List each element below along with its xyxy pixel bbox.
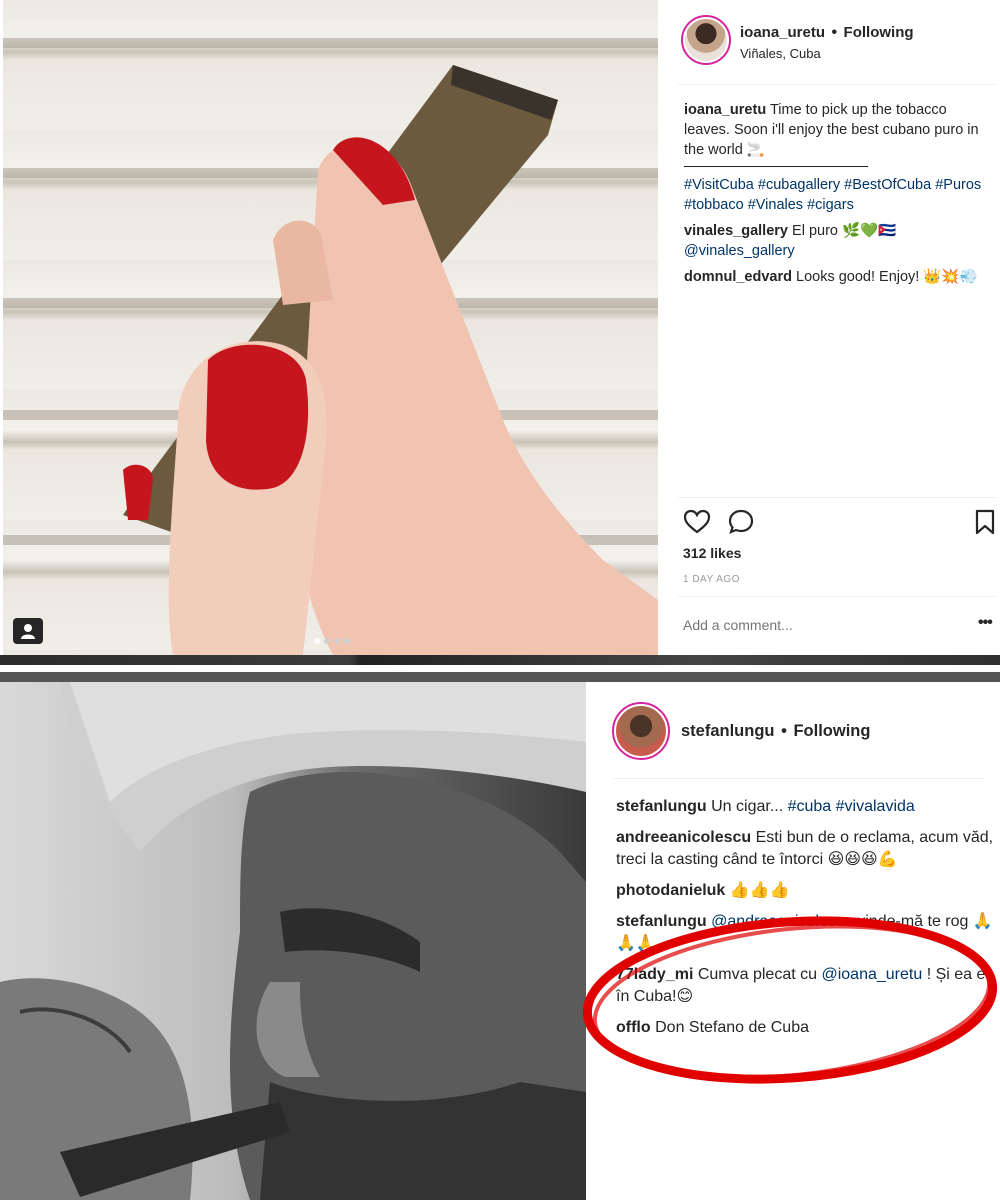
username-link[interactable]: stefanlungu <box>681 722 775 740</box>
comment-item: vinales_gallery El puro 🌿💚🇨🇺 @vinales_ga… <box>684 221 996 261</box>
mention-link[interactable]: @andreeanicolescu <box>711 913 853 930</box>
comment-item: 77lady_mi Cumva plecat cu @ioana_uretu !… <box>616 964 996 1008</box>
comment-text: Don Stefano de Cuba <box>655 1019 809 1036</box>
comment-item: stefanlungu Un cigar... #cuba #vivalavid… <box>616 796 996 818</box>
comment-text: Un cigar... <box>711 798 784 815</box>
comment-username[interactable]: ioana_uretu <box>684 102 766 118</box>
comment-item: domnul_edvard Looks good! Enjoy! 👑💥💨 <box>684 267 996 287</box>
comment-list: ioana_uretu Time to pick up the tobacco … <box>684 100 996 293</box>
post-sidebar: ioana_uretu • Following Viñales, Cuba io… <box>658 0 1000 655</box>
comment-username: offlo <box>616 1019 651 1036</box>
post-photo-man-with-cigar[interactable] <box>0 682 586 1200</box>
post-sidebar: stefanlungu • Following stefanlungu Un c… <box>586 682 1000 1200</box>
mention-link[interactable]: @vinales_gallery <box>684 243 795 259</box>
username-link[interactable]: ioana_uretu <box>740 24 825 41</box>
caption-rule <box>684 166 868 167</box>
post-stefan: stefanlungu • Following stefanlungu Un c… <box>0 682 1000 1200</box>
carousel-dot[interactable] <box>334 638 340 644</box>
comment-username[interactable]: 77lady_mi <box>616 966 693 983</box>
comment-text: Looks good! Enjoy! 👑💥💨 <box>796 269 978 285</box>
hashtags[interactable]: #VisitCuba #cubagallery #BestOfCuba #Pur… <box>684 177 981 213</box>
comment-username[interactable]: stefanlungu <box>616 913 707 930</box>
mention-link[interactable]: @ioana_uretu <box>821 966 922 983</box>
caption: ioana_uretu Time to pick up the tobacco … <box>684 100 996 215</box>
avatar-image <box>685 19 727 61</box>
hashtags[interactable]: #cuba #vivalavida <box>788 798 915 815</box>
comment-username[interactable]: photodanieluk <box>616 882 725 899</box>
photo-strip <box>0 655 1000 665</box>
comment-text: El puro 🌿💚🇨🇺 <box>792 223 897 239</box>
separator: • <box>831 24 838 41</box>
divider <box>678 596 996 597</box>
heart-icon[interactable] <box>683 508 711 536</box>
timestamp[interactable]: 1 DAY AGO <box>683 574 740 585</box>
comment-text: Cumva plecat cu <box>697 966 818 983</box>
separator: • <box>781 722 787 740</box>
separator-strip <box>0 665 1000 682</box>
post-photo-cigar-hand[interactable] <box>3 0 658 655</box>
carousel-dot[interactable] <box>314 638 320 644</box>
divider <box>678 497 996 498</box>
hand-cigar-illustration <box>123 65 658 655</box>
divider <box>614 778 984 779</box>
avatar[interactable] <box>681 15 731 65</box>
carousel-indicator <box>314 631 354 644</box>
follow-button[interactable]: Following <box>844 24 914 41</box>
comment-item: offlo Don Stefano de Cuba <box>616 1017 996 1039</box>
comment-username[interactable]: vinales_gallery <box>684 223 788 239</box>
comment-list: stefanlungu Un cigar... #cuba #vivalavid… <box>616 796 996 1048</box>
more-options-button[interactable]: ••• <box>978 614 993 632</box>
speech-bubble-icon[interactable] <box>727 508 755 536</box>
comment-username[interactable]: stefanlungu <box>616 798 707 815</box>
separator-bar <box>0 672 1000 682</box>
post-header: ioana_uretu • Following <box>740 24 914 42</box>
avatar-image <box>616 706 666 756</box>
user-tag-icon[interactable] <box>13 618 43 644</box>
man-portrait-illustration <box>0 682 586 1200</box>
comment-item: stefanlungu @andreeanicolescu vinde-mă t… <box>616 911 996 955</box>
location-link[interactable]: Viñales, Cuba <box>740 46 821 61</box>
comment-text: 👍👍👍 <box>729 882 790 899</box>
comment-username[interactable]: andreeanicolescu <box>616 829 751 846</box>
post-header: stefanlungu • Following <box>681 722 870 741</box>
bookmark-icon[interactable] <box>971 508 999 536</box>
post-ioana: ioana_uretu • Following Viñales, Cuba io… <box>0 0 1000 665</box>
avatar[interactable] <box>612 702 670 760</box>
comment-item: photodanieluk 👍👍👍 <box>616 880 996 902</box>
carousel-dot[interactable] <box>344 638 350 644</box>
action-bar <box>683 508 995 538</box>
like-count[interactable]: 312 likes <box>683 545 741 561</box>
comment-item: andreeanicolescu Esti bun de o reclama, … <box>616 827 996 871</box>
comment-username[interactable]: domnul_edvard <box>684 269 792 285</box>
follow-button[interactable]: Following <box>793 722 870 740</box>
carousel-dot[interactable] <box>324 638 330 644</box>
divider <box>678 84 996 85</box>
add-comment-input[interactable] <box>683 617 953 633</box>
